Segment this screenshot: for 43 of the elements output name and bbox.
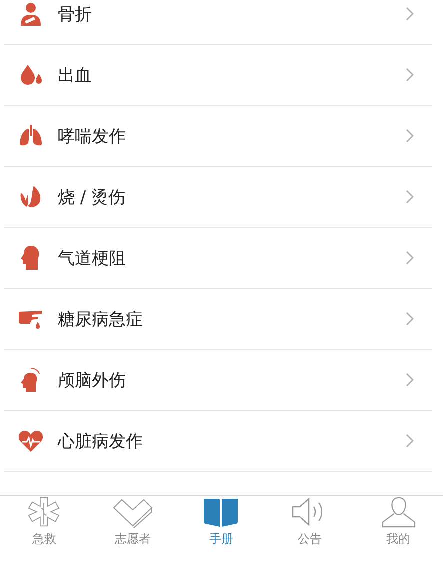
list-item[interactable]: 心脏病发作 [4,411,432,472]
tab-label: 急救 [32,531,56,548]
head-throat-icon [20,245,42,271]
item-label: 颅脑外伤 [58,370,127,392]
tab[interactable]: 志愿者 [88,496,178,552]
chevron-icon [406,312,414,326]
chevron-icon [406,373,414,387]
chevron-icon [406,434,414,448]
list-item[interactable]: 气道梗阻 [4,228,432,289]
hand-drop-icon [18,308,44,330]
item-label: 出血 [58,64,93,86]
chevron-icon [406,190,414,204]
list-item[interactable]: 出血 [4,45,432,106]
person-outline-icon [380,496,418,528]
list-item[interactable]: 颅脑外伤 [4,350,432,411]
item-label: 骨折 [58,4,93,26]
list-item[interactable]: 糖尿病急症 [4,289,432,350]
lungs-icon [19,125,43,147]
list-item[interactable]: 骨折 [4,0,432,45]
head-icon [19,367,43,393]
item-label: 心脏病发作 [58,430,144,452]
blood-drops-icon [19,64,43,86]
flame-icon [19,185,43,209]
item-label: 烧 / 烫伤 [58,186,127,208]
chevron-icon [406,68,414,82]
tab[interactable]: 我的 [354,496,443,552]
tab[interactable]: 急救 [0,496,89,552]
book-icon [203,498,240,528]
chevron-icon [406,251,414,265]
item-label: 哮喘发作 [58,126,127,148]
tab-label: 手册 [209,531,234,548]
heart-pulse-icon [18,429,44,453]
tab[interactable]: 手册 [177,496,266,552]
tab-label: 我的 [386,531,411,548]
tab[interactable]: 公告 [266,496,354,552]
item-label: 糖尿病急症 [58,308,144,330]
chevron-icon [406,129,414,143]
tab-label: 公告 [298,531,322,548]
list-item[interactable]: 烧 / 烫伤 [4,167,432,228]
item-label: 气道梗阻 [58,248,127,270]
tab-label: 志愿者 [114,531,151,548]
chevron-icon [406,7,414,21]
list-item[interactable]: 哮喘发作 [4,106,432,167]
